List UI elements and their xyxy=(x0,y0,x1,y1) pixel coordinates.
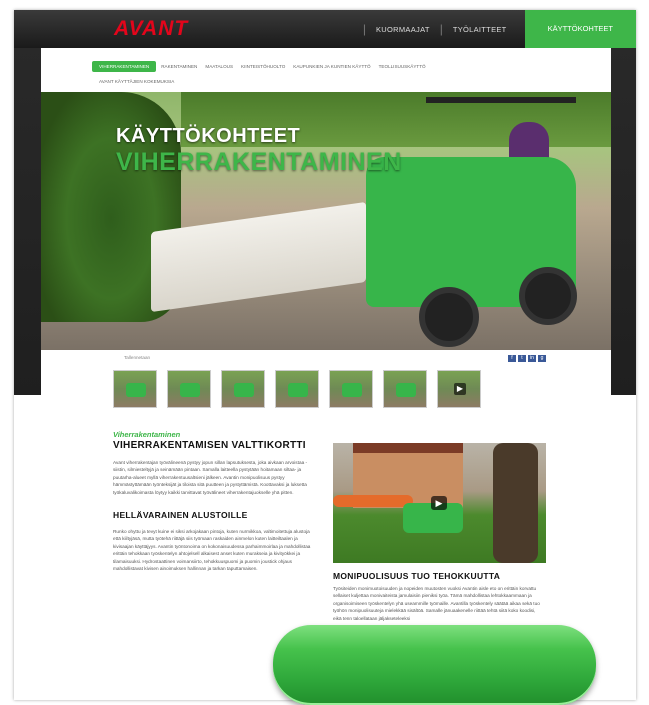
subnav-item-rakentaminen[interactable]: RAKENTAMINEN xyxy=(161,64,197,69)
linkedin-icon[interactable]: in xyxy=(528,355,536,362)
photo-flowers xyxy=(333,495,413,507)
section-heading: VIHERRAKENTAMISEN VALTTIKORTTI xyxy=(113,440,306,451)
photo-tree xyxy=(493,443,538,563)
paragraph-alustoille: Runko ohyttu ja tevyt kuine ei siksi ark… xyxy=(113,529,311,572)
sub-nav: VIHERRAKENTAMINEN RAKENTAMINEN MAATALOUS… xyxy=(41,48,611,92)
twitter-icon[interactable]: t xyxy=(518,355,526,362)
hero-title: KÄYTTÖKOHTEET xyxy=(116,125,301,147)
subheading-alustoille: HELLÄVARAINEN ALUSTOILLE xyxy=(113,510,248,521)
hero-cab-roof xyxy=(426,97,576,103)
play-icon: ▶ xyxy=(454,383,466,395)
tractor-icon xyxy=(234,383,254,397)
gallery-thumb[interactable] xyxy=(329,370,373,408)
green-button[interactable] xyxy=(273,625,596,705)
subnav-item-kokemuksia[interactable]: AVANT KÄYTTÄJIEN KOKEMUKSIA xyxy=(99,79,174,84)
paragraph-tehokkuutta: Työsiteiden monimuotoisuuden ja nopeiden… xyxy=(333,586,540,621)
subnav-item-teollisuus[interactable]: TEOLLISUUSKÄYTTÖ xyxy=(379,64,426,69)
hero-subtitle: VIHERRAKENTAMINEN xyxy=(116,148,402,176)
hero-banner: KÄYTTÖKOHTEET VIHERRAKENTAMINEN xyxy=(41,92,611,350)
intro-paragraph: Avant viherrakentajan työvälineenä pysty… xyxy=(113,460,308,495)
avant-logo[interactable]: AVANT xyxy=(114,17,188,41)
tractor-icon xyxy=(126,383,146,397)
gallery-thumb[interactable] xyxy=(167,370,211,408)
nav-item-kuormaajat[interactable]: KUORMAAJAT xyxy=(376,25,430,34)
subnav-item-kaupungit[interactable]: KAUPUNKIEN JA KUNTIEN KÄYTTÖ xyxy=(293,64,370,69)
thumbnail-strip: ▶ xyxy=(113,370,491,408)
play-icon[interactable]: ▶ xyxy=(431,496,447,510)
hero-stone-block xyxy=(151,201,366,313)
nav-separator: | xyxy=(362,22,366,36)
tractor-icon xyxy=(180,383,200,397)
top-bar: AVANT | KUORMAAJAT | TYÖLAITTEET KÄYTTÖK… xyxy=(14,10,636,48)
page-frame: AVANT | KUORMAAJAT | TYÖLAITTEET KÄYTTÖK… xyxy=(14,10,636,700)
tractor-icon xyxy=(396,383,416,397)
gallery-thumb[interactable] xyxy=(275,370,319,408)
social-links: f t in g xyxy=(506,355,546,362)
subnav-item-kiinteistohuolto[interactable]: KIINTEISTÖHUOLTO xyxy=(241,64,285,69)
nav-separator: | xyxy=(439,22,443,36)
google-icon[interactable]: g xyxy=(538,355,546,362)
subnav-item-viherrakentaminen[interactable]: VIHERRAKENTAMINEN xyxy=(92,61,157,72)
hero-wheel xyxy=(419,287,479,347)
section-kicker: Viherrakentaminen xyxy=(113,430,181,439)
left-column: Viherrakentaminen VIHERRAKENTAMISEN VALT… xyxy=(113,430,311,572)
gallery-thumb[interactable] xyxy=(113,370,157,408)
facebook-icon[interactable]: f xyxy=(508,355,516,362)
video-thumbnail[interactable]: ▶ xyxy=(333,443,546,563)
gallery-thumb-video[interactable]: ▶ xyxy=(437,370,481,408)
gallery-thumb[interactable] xyxy=(383,370,427,408)
gallery: Tallennetaan f t in g ▶ xyxy=(41,350,611,408)
gallery-label: Tallennetaan xyxy=(124,355,151,360)
nav-item-tyolaitteet[interactable]: TYÖLAITTEET xyxy=(453,25,507,34)
hero-wheel xyxy=(519,267,577,325)
subheading-tehokkuutta: MONIPUOLISUUS TUO TEHOKKUUTTA xyxy=(333,571,501,581)
top-nav: | KUORMAAJAT | TYÖLAITTEET KÄYTTÖKOHTEET xyxy=(353,10,636,48)
tractor-icon xyxy=(342,383,362,397)
gallery-thumb[interactable] xyxy=(221,370,265,408)
nav-item-kayttokohteet[interactable]: KÄYTTÖKOHTEET xyxy=(524,10,636,48)
subnav-item-maatalous[interactable]: MAATALOUS xyxy=(205,64,233,69)
tractor-icon xyxy=(288,383,308,397)
